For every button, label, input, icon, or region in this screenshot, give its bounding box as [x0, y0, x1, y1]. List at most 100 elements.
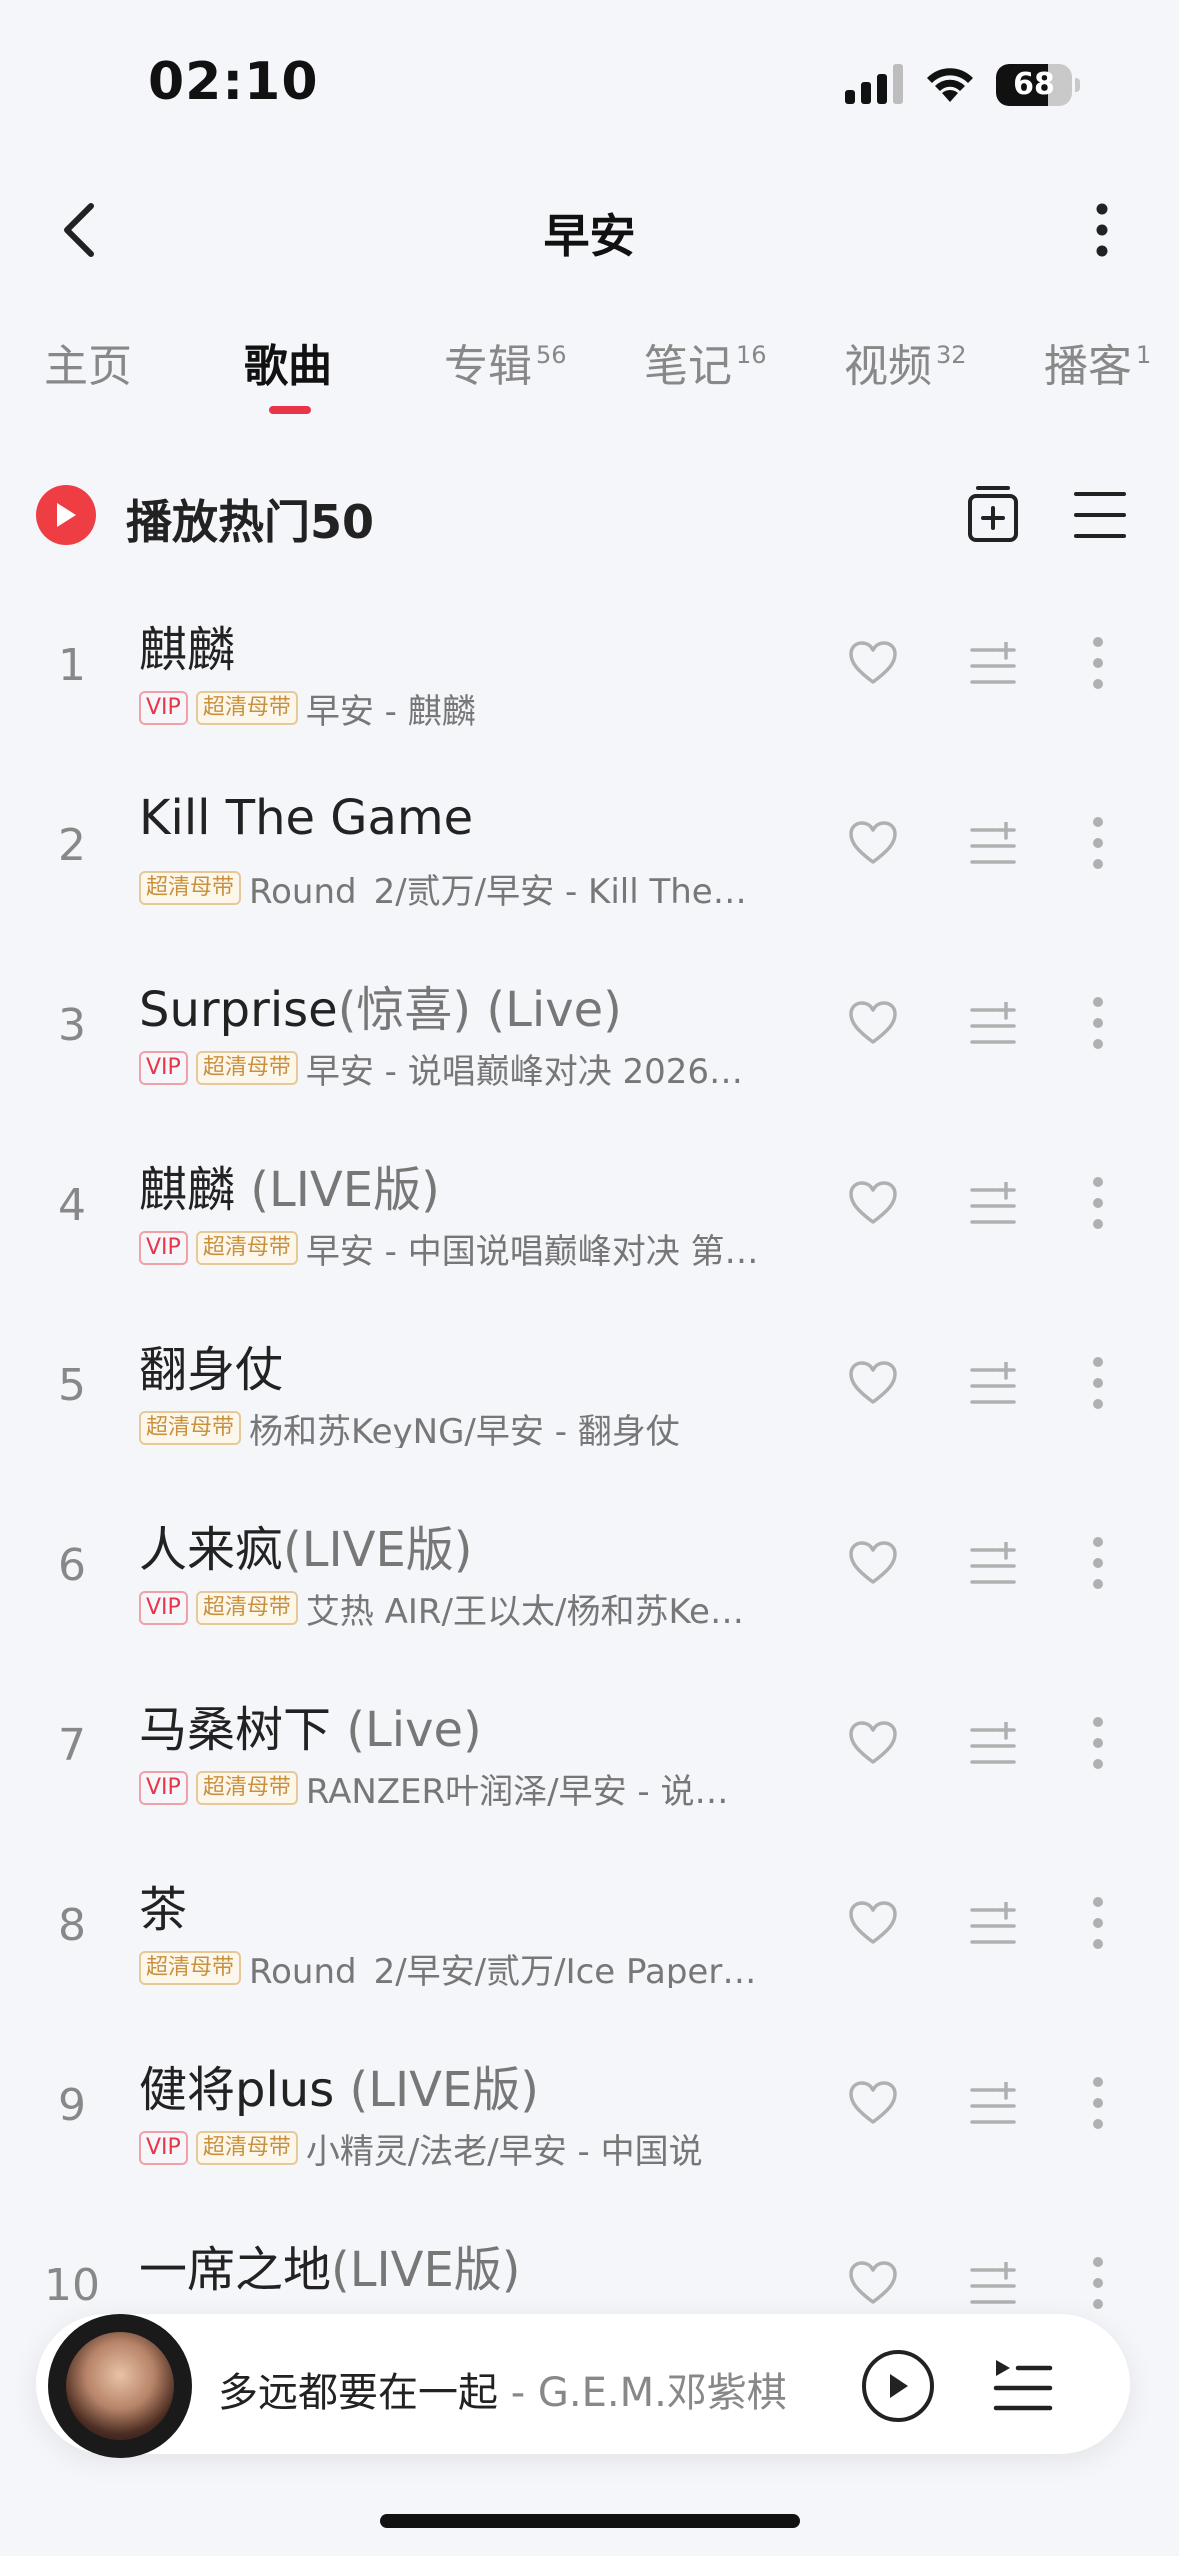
song-title: Surprise(惊喜) (Live)	[139, 970, 622, 1040]
song-more-icon[interactable]	[1090, 1356, 1106, 1410]
song-more-icon[interactable]	[1090, 1536, 1106, 1590]
list-menu-icon[interactable]	[1072, 488, 1128, 542]
song-more-icon[interactable]	[1090, 996, 1106, 1050]
add-to-queue-icon[interactable]	[970, 1900, 1016, 1946]
song-row[interactable]: 6 人来疯(LIVE版) VIP 超清母带 艾热 AIR/王以太/杨和苏Ke…	[0, 1480, 1179, 1660]
add-to-queue-icon[interactable]	[970, 1180, 1016, 1226]
hq-master-badge: 超清母带	[195, 691, 298, 725]
song-more-icon[interactable]	[1090, 2256, 1106, 2310]
hq-master-badge: 超清母带	[195, 1051, 298, 1085]
tab-count: 1	[1136, 341, 1152, 369]
song-title-main: 茶	[139, 1882, 188, 1938]
song-meta: 超清母带 Round_2/贰万/早安 - Kill The…	[139, 868, 799, 908]
play-all-button[interactable]: 播放热门50	[126, 486, 374, 552]
song-title-suffix: (LIVE版)	[331, 2242, 521, 2298]
song-title: 一席之地(LIVE版)	[139, 2230, 521, 2300]
song-index: 3	[58, 1000, 86, 1051]
tab-bar: 主页 歌曲 专辑 56 笔记 16 视频 32 播客 1	[0, 320, 1179, 420]
song-title-main: 麒麟	[139, 622, 236, 678]
status-bar: 02:10 68	[0, 0, 1179, 150]
tab-home[interactable]: 主页	[44, 330, 132, 410]
song-more-icon[interactable]	[1090, 1716, 1106, 1770]
add-to-queue-icon[interactable]	[970, 640, 1016, 686]
play-pause-button[interactable]	[862, 2350, 934, 2422]
tab-podcasts[interactable]: 播客 1	[1044, 330, 1151, 410]
heart-icon[interactable]	[848, 1540, 898, 1586]
song-meta: VIP 超清母带 早安 - 麒麟	[139, 688, 799, 728]
song-subtitle: Round_2/早安/贰万/Ice Paper…	[249, 1951, 757, 1989]
heart-icon[interactable]	[848, 2080, 898, 2126]
heart-icon[interactable]	[848, 1720, 898, 1766]
song-more-icon[interactable]	[1090, 1896, 1106, 1950]
song-title: 翻身仗	[139, 1330, 283, 1400]
more-options-button[interactable]	[1080, 192, 1124, 268]
heart-icon[interactable]	[848, 1360, 898, 1406]
song-row[interactable]: 2 Kill The Game 超清母带 Round_2/贰万/早安 - Kill…	[0, 760, 1179, 940]
add-to-queue-icon[interactable]	[970, 1000, 1016, 1046]
tab-videos[interactable]: 视频 32	[844, 330, 967, 410]
tab-songs[interactable]: 歌曲	[244, 330, 332, 414]
vip-badge: VIP	[139, 2131, 188, 2165]
battery-level: 68	[1013, 67, 1055, 102]
song-subtitle: 艾热 AIR/王以太/杨和苏Ke…	[305, 1591, 744, 1629]
wifi-icon	[927, 68, 973, 102]
play-circle-icon[interactable]	[36, 485, 96, 545]
song-subtitle: Round_2/贰万/早安 - Kill The…	[249, 871, 747, 909]
play-all-row: 播放热门50	[0, 470, 1179, 560]
song-title-main: 健将plus	[139, 2062, 335, 2118]
add-to-queue-icon[interactable]	[970, 1540, 1016, 1586]
song-subtitle: RANZER叶润泽/早安 - 说…	[305, 1771, 729, 1809]
tab-count: 56	[536, 341, 567, 369]
song-row[interactable]: 4 麒麟 (LIVE版) VIP 超清母带 早安 - 中国说唱巅峰对决 第…	[0, 1120, 1179, 1300]
song-row[interactable]: 9 健将plus (LIVE版) VIP 超清母带 小精灵/法老/早安 - 中国说	[0, 2020, 1179, 2200]
song-row[interactable]: 8 茶 超清母带 Round_2/早安/贰万/Ice Paper…	[0, 1840, 1179, 2020]
heart-icon[interactable]	[848, 820, 898, 866]
play-icon	[890, 2374, 908, 2398]
song-row[interactable]: 7 马桑树下 (Live) VIP 超清母带 RANZER叶润泽/早安 - 说…	[0, 1660, 1179, 1840]
heart-icon[interactable]	[848, 1900, 898, 1946]
song-title: 人来疯(LIVE版)	[139, 1510, 473, 1580]
tab-albums[interactable]: 专辑 56	[444, 330, 567, 410]
mini-player[interactable]: 多远都要在一起 - G.E.M.邓紫棋	[36, 2314, 1130, 2458]
song-more-icon[interactable]	[1090, 1176, 1106, 1230]
song-more-icon[interactable]	[1090, 2076, 1106, 2130]
more-vertical-icon	[1096, 203, 1108, 257]
heart-icon[interactable]	[848, 1180, 898, 1226]
song-row[interactable]: 10 一席之地(LIVE版)	[0, 2200, 1179, 2320]
album-cover[interactable]	[48, 2314, 192, 2458]
add-to-queue-icon[interactable]	[970, 820, 1016, 866]
song-row[interactable]: 3 Surprise(惊喜) (Live) VIP 超清母带 早安 - 说唱巅峰对决…	[0, 940, 1179, 1120]
heart-icon[interactable]	[848, 640, 898, 686]
add-to-queue-icon[interactable]	[970, 1360, 1016, 1406]
song-more-icon[interactable]	[1090, 816, 1106, 870]
vip-badge: VIP	[139, 1771, 188, 1805]
heart-icon[interactable]	[848, 1000, 898, 1046]
add-to-queue-icon[interactable]	[970, 2260, 1016, 2306]
song-more-icon[interactable]	[1090, 636, 1106, 690]
song-meta: VIP 超清母带 RANZER叶润泽/早安 - 说…	[139, 1768, 799, 1808]
now-playing-text[interactable]: 多远都要在一起 - G.E.M.邓紫棋	[218, 2360, 838, 2418]
hq-master-badge: 超清母带	[195, 1231, 298, 1265]
vip-badge: VIP	[139, 1051, 188, 1085]
hq-master-badge: 超清母带	[195, 1771, 298, 1805]
vip-badge: VIP	[139, 691, 188, 725]
hq-master-badge: 超清母带	[195, 2131, 298, 2165]
song-row[interactable]: 1 麒麟 VIP 超清母带 早安 - 麒麟	[0, 580, 1179, 760]
active-tab-indicator	[269, 406, 311, 414]
heart-icon[interactable]	[848, 2260, 898, 2306]
song-index: 7	[58, 1720, 86, 1771]
song-title: 健将plus (LIVE版)	[139, 2050, 539, 2120]
add-collection-icon[interactable]	[966, 484, 1020, 544]
tab-label: 歌曲	[244, 341, 332, 392]
song-title-suffix: (惊喜) (Live)	[337, 982, 622, 1038]
hq-master-badge: 超清母带	[139, 871, 242, 905]
home-indicator	[380, 2514, 800, 2528]
playlist-icon[interactable]	[992, 2356, 1054, 2414]
song-index: 2	[58, 820, 86, 871]
song-index: 8	[58, 1900, 86, 1951]
add-to-queue-icon[interactable]	[970, 2080, 1016, 2126]
add-to-queue-icon[interactable]	[970, 1720, 1016, 1766]
song-row[interactable]: 5 翻身仗 超清母带 杨和苏KeyNG/早安 - 翻身仗	[0, 1300, 1179, 1480]
tab-notes[interactable]: 笔记 16	[644, 330, 767, 410]
song-index: 1	[58, 640, 86, 691]
